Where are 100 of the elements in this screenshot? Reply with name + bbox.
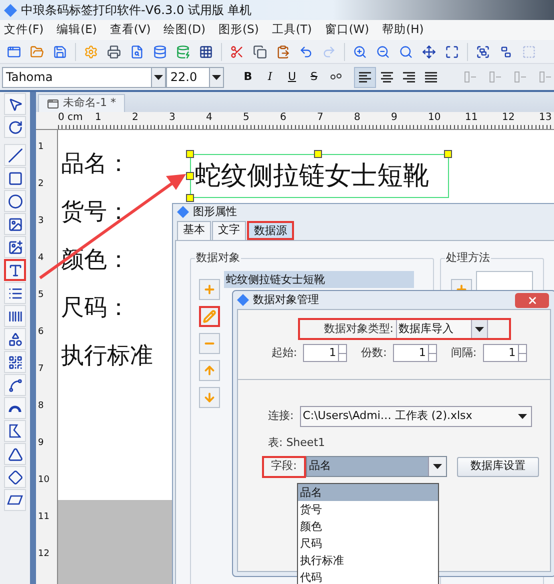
pencil-icon — [203, 310, 216, 322]
ruler-number: 3 — [169, 112, 176, 123]
tab[interactable]: 文字 — [212, 220, 246, 240]
distribute-icon — [489, 71, 502, 83]
plus-icon — [203, 282, 216, 296]
align-button[interactable] — [354, 66, 376, 88]
data-object-item[interactable]: 蛇纹侧拉链女士短靴 — [224, 270, 414, 288]
font-select[interactable]: Tahoma — [2, 66, 166, 88]
canvas-label: 尺码： — [61, 294, 130, 323]
type-label: 数据对象类型: — [322, 320, 394, 337]
ruler-number: 9 — [391, 112, 398, 123]
pointer-icon — [8, 96, 22, 112]
up-arrow-icon — [203, 364, 216, 376]
spinner-label: 间隔: — [450, 344, 477, 361]
number-spinner[interactable]: 1 — [392, 344, 437, 362]
dropdown-option[interactable]: 品名 — [298, 484, 438, 501]
move-button[interactable] — [421, 42, 437, 60]
connection-label: 连接: — [268, 408, 294, 424]
text-icon — [8, 262, 22, 278]
ruler-number: 11 — [38, 512, 50, 522]
text-style-button[interactable]: U — [286, 68, 298, 86]
resize-handle[interactable] — [444, 150, 452, 158]
copy-button[interactable] — [252, 42, 268, 60]
field-select[interactable]: 品名 — [306, 456, 447, 477]
caret-icon — [518, 414, 528, 419]
font-size-select[interactable]: 22.0 — [166, 66, 224, 88]
number-spinner[interactable]: 1 — [482, 344, 527, 362]
text-style-button[interactable]: B — [242, 68, 254, 86]
selected-text-object[interactable]: 蛇纹侧拉链女士短靴 — [190, 154, 449, 198]
dialog-logo-icon — [237, 294, 249, 306]
ruler-number: 3 — [38, 216, 44, 226]
menu-item[interactable]: 绘图(D) — [164, 21, 206, 39]
image-icon — [8, 216, 22, 232]
document-icon — [47, 98, 59, 110]
ruler-number: 6 — [38, 327, 44, 337]
distribute-icon — [464, 71, 477, 83]
type-select[interactable]: 数据库导入 — [396, 320, 488, 338]
text-style-button[interactable]: S — [308, 68, 320, 86]
menu-item[interactable]: 窗口(W) — [324, 21, 370, 39]
resize-handle[interactable] — [186, 194, 194, 202]
ruler-number: 8 — [38, 401, 44, 411]
close-button[interactable] — [515, 292, 549, 308]
resize-handle[interactable] — [186, 172, 194, 180]
document-tab[interactable]: 未命名-1 * — [38, 94, 125, 112]
ruler-number: 4 — [38, 253, 44, 263]
resize-handle[interactable] — [186, 150, 194, 158]
tool-button[interactable] — [4, 259, 26, 281]
ruler-number: 6 — [280, 112, 288, 123]
connection-select[interactable]: C:\Users\Admi… 工作表 (2).xlsx — [300, 406, 532, 427]
ruler-number: 12 — [38, 549, 50, 559]
ruler-number: 11 — [465, 112, 479, 123]
spinner-label: 份数: — [361, 344, 387, 361]
caret-icon — [212, 74, 221, 80]
tab[interactable]: 基本 — [177, 220, 211, 240]
menu-item[interactable]: 文件(F) — [4, 21, 44, 39]
ruler-number: 7 — [317, 112, 324, 123]
dialog-title: 数据对象管理 — [253, 292, 319, 308]
database-button[interactable] — [152, 42, 168, 60]
rotate-icon — [8, 120, 22, 134]
ruler-number: 1 — [95, 112, 102, 123]
ruler-number: 10 — [428, 112, 442, 123]
picture-icon — [8, 240, 22, 254]
caret-icon — [474, 326, 484, 332]
ruler-number: 2 — [132, 112, 140, 123]
print-button[interactable] — [106, 42, 122, 60]
group-label: 数据对象 — [195, 250, 241, 264]
ellipse-icon — [8, 194, 22, 208]
field-label: 字段: — [262, 456, 306, 478]
ruler-number: 1 — [38, 142, 44, 152]
group-label: 处理方法 — [445, 250, 491, 264]
paste-button[interactable] — [275, 42, 291, 60]
caret-icon — [433, 464, 442, 469]
menu-item[interactable]: 查看(V) — [110, 21, 151, 39]
menu-item[interactable]: 帮助(H) — [382, 21, 424, 39]
tab[interactable]: 数据源 — [247, 220, 294, 240]
spinner-label: 起始: — [271, 344, 298, 361]
database-settings-button[interactable]: 数据库设置 — [457, 456, 539, 476]
preview-button[interactable] — [129, 42, 145, 60]
barcode-icon — [8, 308, 22, 324]
ruler-number: 2 — [38, 179, 44, 189]
menu-item[interactable]: 图形(S) — [218, 21, 259, 39]
resize-handle[interactable] — [314, 150, 322, 158]
curve-icon — [8, 378, 22, 392]
pencil-button[interactable] — [199, 306, 220, 326]
menu-item[interactable]: 工具(T) — [272, 21, 312, 39]
ruler-number: 5 — [243, 112, 250, 123]
rich-text-icon — [8, 286, 22, 300]
align-right-icon — [403, 72, 415, 82]
ruler-number: 9 — [38, 438, 44, 448]
number-spinner[interactable]: 1 — [303, 344, 348, 362]
diamond-icon — [8, 470, 22, 484]
database-check-button[interactable] — [175, 42, 191, 60]
text-style-button[interactable]: I — [264, 68, 276, 86]
canvas-label: 货号： — [61, 198, 130, 227]
menu-item[interactable]: 编辑(E) — [56, 21, 97, 39]
parallelogram-icon — [7, 495, 23, 505]
text-effect-icon — [330, 72, 342, 82]
triangle-icon — [8, 446, 22, 462]
down-arrow-icon — [203, 390, 216, 404]
polygon-icon — [9, 424, 21, 438]
